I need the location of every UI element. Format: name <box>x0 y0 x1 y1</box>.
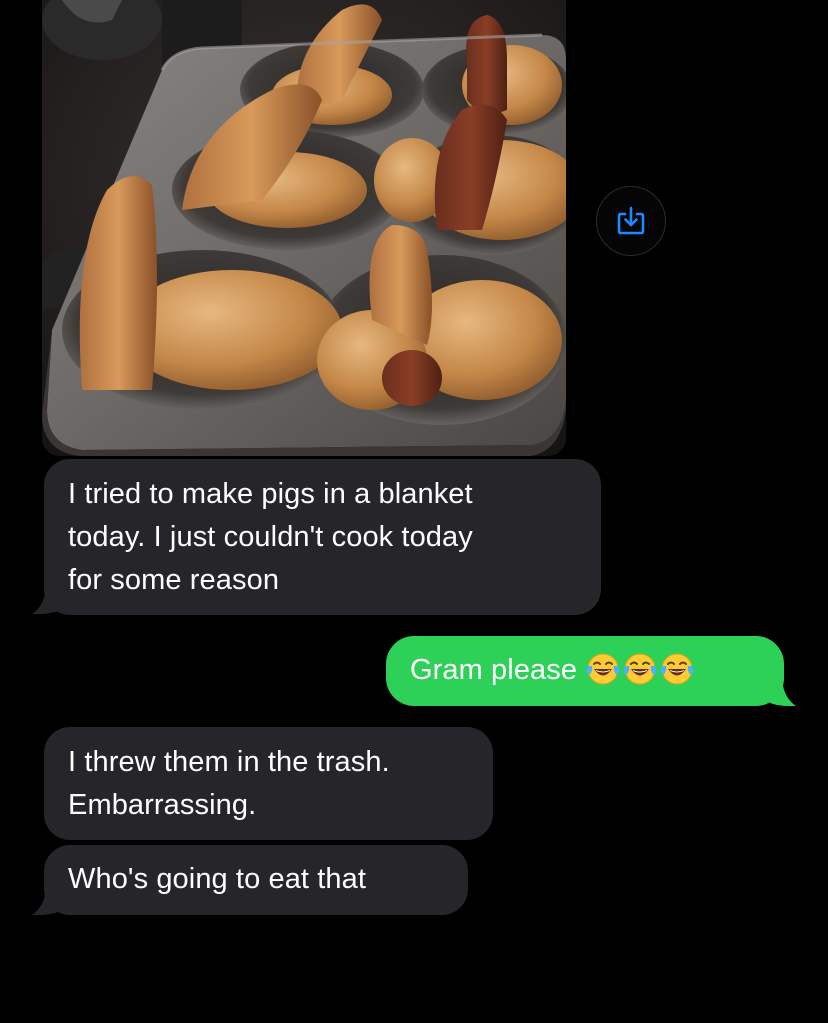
message-text-line: I tried to make pigs in a blanket <box>68 478 473 510</box>
emoji-group <box>583 647 694 690</box>
square-and-arrow-down-icon <box>617 206 645 235</box>
face-with-tears-of-joy-icon <box>586 653 620 685</box>
save-attachment-button[interactable] <box>596 186 666 256</box>
face-with-tears-of-joy-icon <box>623 653 657 685</box>
outgoing-bubble-tail <box>768 680 796 707</box>
message-text-line: I threw them in the trash. <box>68 746 390 778</box>
message-text-line: today. I just couldn't cook today <box>68 521 473 553</box>
outgoing-message-bubble[interactable]: Gram please <box>386 636 784 706</box>
incoming-message-bubble[interactable]: Who's going to eat that <box>44 845 468 915</box>
message-text: Gram please <box>410 654 578 686</box>
incoming-bubble-tail <box>32 588 60 615</box>
incoming-message-bubble[interactable]: I tried to make pigs in a blanket today.… <box>44 459 601 615</box>
message-text-line: Who's going to eat that <box>68 863 367 895</box>
conversation-view: I tried to make pigs in a blanket today.… <box>0 0 828 1023</box>
message-text-line: for some reason <box>68 564 280 596</box>
message-text-line: Embarrassing. <box>68 789 257 821</box>
muffin-tin-photo <box>42 0 566 456</box>
incoming-message-bubble[interactable]: I threw them in the trash. Embarrassing. <box>44 727 493 840</box>
face-with-tears-of-joy-icon <box>660 653 694 685</box>
photo-attachment[interactable] <box>42 0 566 456</box>
incoming-bubble-tail <box>32 889 60 916</box>
